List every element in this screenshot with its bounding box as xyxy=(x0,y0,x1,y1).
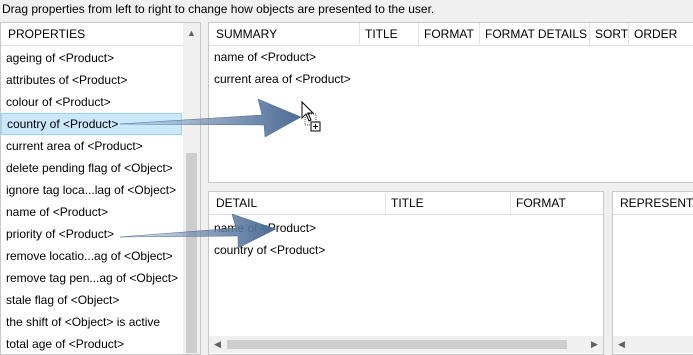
sort-column-header[interactable]: SORT xyxy=(590,23,629,45)
detail-title-column-header[interactable]: TITLE xyxy=(386,192,511,214)
property-item[interactable]: delete pending flag of <Object> xyxy=(1,157,173,179)
order-column-header[interactable]: ORDER xyxy=(629,23,693,45)
properties-scroll-thumb[interactable] xyxy=(186,153,197,353)
detail-horizontal-scrollbar[interactable]: ◀ ▶ xyxy=(209,336,603,353)
properties-column-header[interactable]: PROPERTIES xyxy=(3,23,181,45)
scroll-left-icon[interactable]: ◀ xyxy=(209,336,226,353)
detail-column-header[interactable]: DETAIL xyxy=(211,192,386,214)
scroll-right-icon[interactable]: ▶ xyxy=(586,336,603,353)
scroll-up-icon[interactable]: ▲ xyxy=(183,25,200,42)
scroll-left-icon[interactable]: ◀ xyxy=(613,336,630,353)
property-item[interactable]: colour of <Product> xyxy=(1,91,111,113)
property-item[interactable]: priority of <Product> xyxy=(1,223,114,245)
property-item-selected[interactable]: country of <Product> xyxy=(1,113,182,135)
format-details-column-header[interactable]: FORMAT DETAILS xyxy=(480,23,590,45)
title-column-header[interactable]: TITLE xyxy=(360,23,419,45)
property-item[interactable]: attributes of <Product> xyxy=(1,69,127,91)
summary-panel: SUMMARY TITLE FORMAT FORMAT DETAILS SORT… xyxy=(208,22,693,183)
representation-header: REPRESENTAT xyxy=(613,192,693,215)
property-item[interactable]: stale flag of <Object> xyxy=(1,289,119,311)
property-item[interactable]: remove locatio...ag of <Object> xyxy=(1,245,173,267)
property-item[interactable]: name of <Product> xyxy=(1,201,108,223)
summary-row[interactable]: name of <Product> xyxy=(209,46,316,68)
detail-scroll-thumb[interactable] xyxy=(227,340,567,349)
detail-row[interactable]: country of <Product> xyxy=(209,239,325,261)
properties-header[interactable]: PROPERTIES xyxy=(1,23,183,46)
detail-format-column-header[interactable]: FORMAT xyxy=(511,192,603,214)
representation-horizontal-scrollbar[interactable]: ◀ xyxy=(613,336,693,353)
property-item[interactable]: current area of <Product> xyxy=(1,135,143,157)
summary-row[interactable]: current area of <Product> xyxy=(209,68,351,90)
summary-column-header[interactable]: SUMMARY xyxy=(211,23,360,45)
representation-column-header[interactable]: REPRESENTAT xyxy=(615,192,693,214)
summary-header: SUMMARY TITLE FORMAT FORMAT DETAILS SORT… xyxy=(209,23,693,46)
detail-row[interactable]: name of <Product> xyxy=(209,217,316,239)
property-item[interactable]: the shift of <Object> is active xyxy=(1,311,160,333)
property-item[interactable]: ignore tag loca...lag of <Object> xyxy=(1,179,176,201)
detail-panel: DETAIL TITLE FORMAT name of <Product> co… xyxy=(208,191,604,355)
representation-panel: REPRESENTAT ◀ xyxy=(612,191,693,355)
property-item[interactable]: ageing of <Product> xyxy=(1,47,114,69)
properties-panel: PROPERTIES ageing of <Product> attribute… xyxy=(0,22,201,355)
detail-header: DETAIL TITLE FORMAT xyxy=(209,192,603,215)
format-column-header[interactable]: FORMAT xyxy=(419,23,480,45)
property-item[interactable]: remove tag pen...ag of <Object> xyxy=(1,267,178,289)
properties-vertical-scrollbar[interactable]: ▲ xyxy=(183,23,200,354)
instruction-text: Drag properties from left to right to ch… xyxy=(2,2,435,16)
property-item[interactable]: total age of <Product> xyxy=(1,333,124,354)
